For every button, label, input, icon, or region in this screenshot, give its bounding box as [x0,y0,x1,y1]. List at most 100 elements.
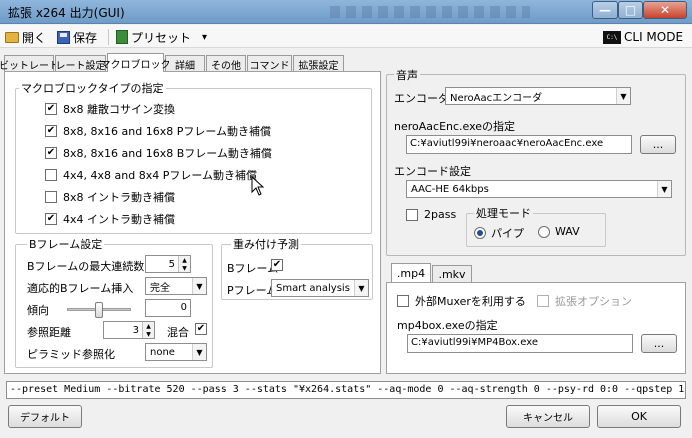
nero-path-input[interactable]: C:¥aviutl99i¥neroaac¥neroAacEnc.exe [406,135,632,154]
spinner-buttons[interactable]: ▲ ▼ [178,256,190,272]
radio-selected[interactable] [474,227,486,239]
default-button[interactable]: デフォルト [8,405,82,428]
bias-value-input[interactable]: 0 [145,299,191,317]
dropdown-arrow-icon: ▼ [192,344,206,360]
twopass-checkbox[interactable] [406,208,418,221]
adaptive-bframe-select[interactable]: 完全 ▼ [145,277,207,295]
option-p8x8[interactable]: ✔ 8x8, 8x16 and 16x8 Pフレーム動き補償 [45,123,271,139]
bframe-group-label: Bフレーム設定 [27,236,105,252]
mux-panel: 外部Muxerを利用する 拡張オプション mp4box.exeの指定 C:¥av… [386,282,686,374]
terminal-icon: C:\ [603,30,621,44]
toolbar: 開く 保存 プリセット ▾ C:\ CLI MODE [0,25,692,48]
option-dct8x8[interactable]: ✔ 8x8 離散コサイン変換 [45,101,175,117]
external-muxer-option[interactable]: 外部Muxerを利用する [397,293,526,309]
option-p4x4[interactable]: 4x4, 4x8 and 8x4 Pフレーム動き補償 [45,167,257,183]
tab-details[interactable]: 詳細 [165,55,205,72]
option-i4x4[interactable]: ✔ 4x4 イントラ動き補償 [45,211,175,227]
window-title: 拡張 x264 出力(GUI) [8,6,125,20]
preset-button[interactable]: プリセット ▾ [116,28,207,46]
spin-down-icon[interactable]: ▼ [143,330,154,338]
max-consecutive-spinner[interactable]: 5 ▲ ▼ [145,255,191,273]
option-label: 8x8 離散コサイン変換 [63,103,176,116]
tab-mkv[interactable]: .mkv [432,265,472,282]
close-button[interactable]: ✕ [643,1,687,19]
mp4box-path-input[interactable]: C:¥aviutl99i¥MP4Box.exe [407,334,633,353]
checkbox[interactable] [45,169,57,181]
title-bar: 拡張 x264 出力(GUI) — □ ✕ [0,0,692,24]
select-value: 完全 [150,282,170,294]
mixed-checkbox[interactable]: ✔ [195,323,207,335]
audio-group-label: 音声 [394,67,420,83]
pyramid-label: ピラミッド参照化 [27,348,115,361]
tab-other[interactable]: その他 [206,55,246,72]
option-label: 8x8, 8x16 and 16x8 Pフレーム動き補償 [63,125,271,138]
pyramid-select[interactable]: none ▼ [145,343,207,361]
weighted-pframe-select[interactable]: Smart analysis ▼ [271,279,369,297]
processing-mode-label: 処理モード [474,205,533,221]
external-muxer-checkbox[interactable] [397,295,409,307]
option-i8x8[interactable]: 8x8 イントラ動き補償 [45,189,175,205]
spin-up-icon[interactable]: ▲ [179,256,190,264]
macroblock-type-group-label: マクロブロックタイプの指定 [19,80,166,96]
cancel-button[interactable]: キャンセル [506,405,590,428]
spin-up-icon[interactable]: ▲ [143,322,154,330]
maximize-button[interactable]: □ [618,1,643,19]
toolbar-separator [108,29,109,45]
audio-encoder-select[interactable]: NeroAacエンコーダ ▼ [445,87,631,105]
tab-bitrate[interactable]: ビットレート [0,55,59,72]
option-label: 8x8, 8x16 and 16x8 Bフレーム動き補償 [63,147,272,160]
cli-mode-label: CLI MODE [624,30,684,44]
weighted-pframe-label: Pフレーム [227,284,278,297]
checkbox[interactable]: ✔ [45,213,57,225]
twopass-label: 2pass [424,208,457,221]
checkbox[interactable]: ✔ [45,147,57,159]
external-muxer-label: 外部Muxerを利用する [415,295,526,308]
spinner-value: 3 [132,324,139,336]
encode-setting-select[interactable]: AAC-HE 64kbps ▼ [406,180,672,198]
preset-icon [116,30,128,44]
ok-button[interactable]: OK [597,405,681,428]
tab-extended-settings[interactable]: 拡張設定 [293,55,344,72]
mode-wav-label: WAV [555,225,580,238]
encode-setting-label: エンコード設定 [394,165,471,178]
weighted-prediction-group-label: 重み付け予測 [231,236,301,252]
checkbox[interactable] [45,191,57,203]
tab-command[interactable]: コマンド [247,55,292,72]
open-button[interactable]: 開く [5,28,46,46]
save-button[interactable]: 保存 [57,28,97,46]
checkbox[interactable]: ✔ [45,103,57,115]
option-b8x8[interactable]: ✔ 8x8, 8x16 and 16x8 Bフレーム動き補償 [45,145,272,161]
minimize-button[interactable]: — [592,1,618,19]
mode-wav-option[interactable]: WAV [538,225,580,238]
tab-rate-settings[interactable]: レート設定 [55,55,106,72]
weighted-bframe-checkbox[interactable]: ✔ [271,259,283,271]
mode-pipe-option[interactable]: パイプ [474,225,524,241]
bias-slider[interactable] [67,302,131,318]
command-line-preview[interactable]: --preset Medium --bitrate 520 --pass 3 -… [6,381,686,399]
max-consecutive-label: Bフレームの最大連続数 [27,260,145,273]
floppy-disk-icon [57,30,70,44]
spin-down-icon[interactable]: ▼ [179,264,190,272]
mixed-label: 混合 [167,326,189,339]
select-value: NeroAacエンコーダ [450,92,543,104]
option-label: 4x4 イントラ動き補償 [63,213,176,226]
select-value: Smart analysis [276,282,350,294]
dropdown-arrow-icon: ▼ [616,88,630,104]
slider-thumb[interactable] [95,302,103,318]
nero-path-label: neroAacEnc.exeの指定 [394,120,516,133]
mode-pipe-label: パイプ [491,227,524,240]
mp4box-browse-button[interactable]: ... [641,334,677,353]
select-value: none [150,346,175,358]
nero-browse-button[interactable]: ... [640,135,676,154]
tab-macroblock[interactable]: マクロブロック [101,53,171,72]
tab-mp4[interactable]: .mp4 [391,263,431,282]
extended-option: 拡張オプション [537,293,632,309]
reference-distance-spinner[interactable]: 3 ▲ ▼ [103,321,155,339]
spinner-buttons[interactable]: ▲ ▼ [142,322,154,338]
cli-mode-button[interactable]: C:\ CLI MODE [603,28,683,46]
twopass-option[interactable]: 2pass [406,208,456,221]
title-bar-background-pattern [330,6,530,18]
radio-unselected[interactable] [538,225,550,238]
checkbox[interactable]: ✔ [45,125,57,137]
extended-option-label: 拡張オプション [555,295,632,308]
